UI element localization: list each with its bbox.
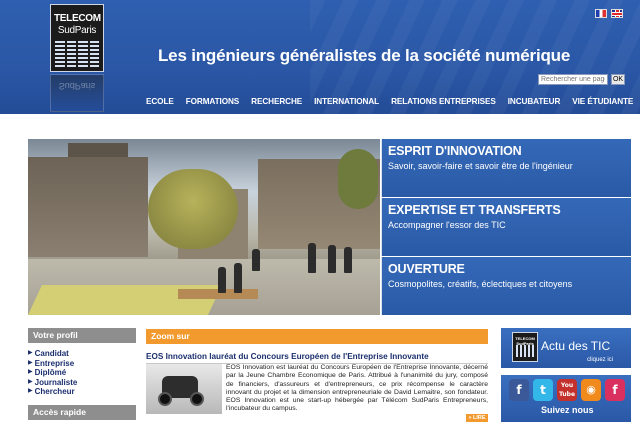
- profil-item-label: Diplômé: [34, 368, 67, 378]
- arrow-right-icon: ▶: [28, 378, 33, 385]
- profil-item-journaliste[interactable]: ▶ Journaliste: [28, 378, 136, 388]
- news-text: EOS Innovation est lauréat du Concours E…: [226, 364, 488, 413]
- actu-subtitle: cliquez ici: [587, 357, 614, 363]
- profil-item-entreprise[interactable]: ▶ Entreprise: [28, 359, 136, 369]
- profil-item-label: Journaliste: [34, 377, 78, 387]
- profil-item-chercheur[interactable]: ▶ Chercheur: [28, 387, 136, 397]
- social-icons: f t You Tube ◉ f: [509, 379, 625, 401]
- facebook-icon[interactable]: f: [509, 379, 529, 401]
- arrow-right-icon: ▶: [28, 369, 33, 376]
- social-label: Suivez nous: [541, 405, 594, 415]
- youtube-icon[interactable]: You Tube: [557, 379, 577, 401]
- hero-panel-expertise[interactable]: EXPERTISE ET TRANSFERTS Accompagner l'es…: [381, 198, 631, 256]
- profil-item-label: Chercheur: [34, 387, 75, 397]
- actu-tic-banner[interactable]: TELECOM SudParis Actu des TIC cliquez ic…: [501, 328, 631, 368]
- hero-campus-photo: [28, 139, 380, 315]
- hero-panel-title: EXPERTISE ET TRANSFERTS: [388, 203, 561, 217]
- fr-flag-icon[interactable]: [595, 9, 607, 18]
- hero-panel-title: OUVERTURE: [388, 262, 465, 276]
- nav-item-ecole[interactable]: ECOLE: [146, 97, 174, 109]
- hero-panel-subtitle: Cosmopolites, créatifs, éclectiques et c…: [388, 279, 573, 289]
- logo-link[interactable]: TELECOM SudParis SudParis: [50, 4, 104, 112]
- actu-title: Actu des TIC: [541, 339, 611, 353]
- telecom-sudparis-logo[interactable]: TELECOM SudParis: [50, 4, 104, 72]
- nav-item-formations[interactable]: FORMATIONS: [186, 97, 240, 109]
- logo-reflection-text: SudParis: [58, 81, 96, 91]
- hero-panel-innovation[interactable]: ESPRIT D'INNOVATION Savoir, savoir-faire…: [381, 139, 631, 197]
- arrow-right-icon: ▶: [28, 388, 33, 395]
- hero-panels: ESPRIT D'INNOVATION Savoir, savoir-faire…: [381, 139, 631, 315]
- nav-item-recherche[interactable]: RECHERCHE: [251, 97, 302, 109]
- profil-item-label: Entreprise: [34, 358, 75, 368]
- profil-item-diplome[interactable]: ▶ Diplômé: [28, 368, 136, 378]
- nav-item-international[interactable]: INTERNATIONAL: [314, 97, 379, 109]
- hero-panel-subtitle: Accompagner l'essor des TIC: [388, 220, 506, 230]
- logo-graphic: [55, 41, 99, 67]
- mini-logo-icon: TELECOM SudParis: [512, 332, 538, 362]
- en-flag-icon[interactable]: [611, 9, 623, 18]
- main-nav: ECOLE FORMATIONS RECHERCHE INTERNATIONAL…: [146, 97, 633, 109]
- profil-list: ▶ Candidat ▶ Entreprise ▶ Diplômé ▶ Journali…: [28, 349, 136, 397]
- logo-line-1: TELECOM: [54, 13, 101, 24]
- nav-item-vie-etudiante[interactable]: VIE ÉTUDIANTE: [572, 97, 633, 109]
- search-input[interactable]: [538, 74, 608, 85]
- nav-item-relations-entreprises[interactable]: RELATIONS ENTREPRISES: [391, 97, 496, 109]
- site-tagline: Les ingénieurs généralistes de la sociét…: [158, 46, 571, 65]
- logo-reflection: SudParis: [50, 74, 104, 112]
- profil-item-candidat[interactable]: ▶ Candidat: [28, 349, 136, 359]
- news-read-more-button[interactable]: » LIRE: [466, 414, 488, 422]
- rss-icon[interactable]: ◉: [581, 379, 601, 401]
- nav-item-incubateur[interactable]: INCUBATEUR: [508, 97, 561, 109]
- profil-item-label: Candidat: [34, 349, 69, 358]
- hero-panel-title: ESPRIT D'INNOVATION: [388, 144, 522, 158]
- language-switcher: [595, 9, 623, 18]
- search-form: OK: [538, 74, 625, 85]
- news-title-link[interactable]: EOS Innovation lauréat du Concours Europ…: [146, 352, 488, 364]
- social-banner: f t You Tube ◉ f Suivez nous: [501, 375, 631, 422]
- twitter-icon[interactable]: t: [533, 379, 553, 401]
- logo-line-2: SudParis: [57, 25, 97, 36]
- search-button[interactable]: OK: [611, 74, 625, 85]
- arrow-right-icon: ▶: [28, 350, 33, 356]
- news-thumbnail[interactable]: [146, 364, 222, 414]
- page: TELECOM SudParis SudParis Les ingénieurs…: [0, 0, 640, 422]
- acces-rapide-heading: Accès rapide: [28, 405, 136, 420]
- arrow-right-icon: ▶: [28, 359, 33, 366]
- site-header: TELECOM SudParis SudParis Les ingénieurs…: [0, 0, 640, 114]
- flickr-icon[interactable]: f: [605, 379, 625, 401]
- profil-heading: Votre profil: [28, 328, 136, 343]
- hero-panel-subtitle: Savoir, savoir-faire et savoir être de l…: [388, 161, 573, 171]
- hero-panel-ouverture[interactable]: OUVERTURE Cosmopolites, créatifs, éclect…: [381, 257, 631, 315]
- zoom-sur-heading: Zoom sur: [146, 329, 488, 344]
